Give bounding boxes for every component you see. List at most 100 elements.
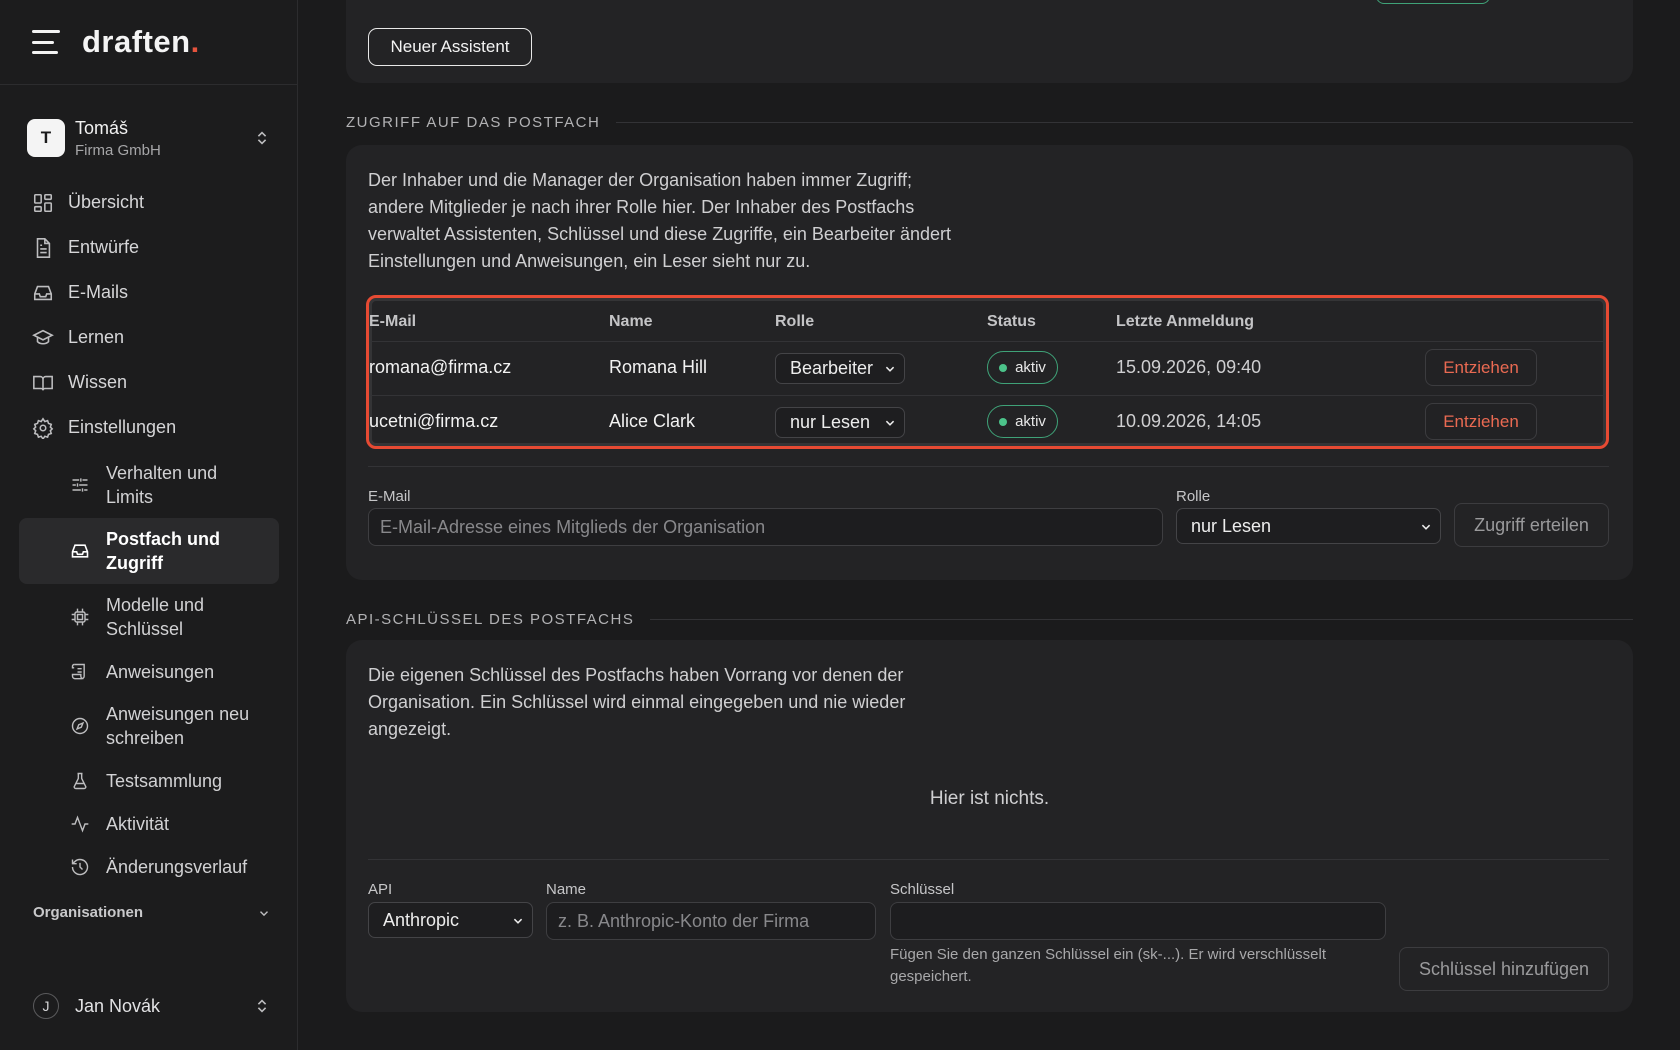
document-icon (36, 237, 51, 258)
revoke-button[interactable]: Entziehen (1425, 403, 1537, 440)
status-badge-partial (1376, 0, 1490, 4)
sidebar-item-uebersicht[interactable]: Übersicht (0, 180, 298, 225)
user-name: Jan Novák (75, 995, 161, 1016)
sidebar-subitem-label: Verhalten und Limits (106, 463, 218, 507)
sidebar-subitem-anweisungen[interactable]: Anweisungen (0, 650, 298, 693)
graduation-cap-icon (32, 329, 54, 345)
role-select[interactable]: Bearbeiter (775, 353, 905, 384)
column-header-last-login: Letzte Anmeldung (1116, 313, 1255, 330)
sidebar-subitem-label: Anweisungen (106, 661, 215, 682)
sidebar: draften. T Tomáš Firma GmbH Übersicht En… (0, 0, 298, 1050)
grant-access-label: Zugriff erteilen (1474, 514, 1589, 535)
chevron-updown-icon (257, 999, 267, 1013)
empty-state-text: Hier ist nichts. (929, 788, 1050, 809)
sidebar-item-label: Wissen (68, 372, 128, 392)
menu-icon[interactable] (32, 30, 60, 54)
sidebar-item-entwuerfe[interactable]: Entwürfe (0, 225, 298, 270)
sidebar-subitem-aenderungsverlauf[interactable]: Änderungsverlauf (0, 845, 298, 888)
access-section-title-text: ZUGRIFF AUF DAS POSTFACH (346, 114, 601, 131)
sliders-icon (72, 478, 88, 492)
sidebar-item-label: Übersicht (68, 192, 145, 212)
sidebar-nav: Übersicht Entwürfe E-Mails Lernen Wissen… (0, 180, 298, 888)
table-divider (369, 341, 1606, 342)
api-keys-section-title: API-SCHLÜSSEL DES POSTFACHS (346, 611, 1633, 628)
key-name-input[interactable]: z. B. Anthropic-Konto der Firma (546, 902, 876, 940)
row-email: ucetni@firma.cz (369, 411, 499, 431)
user-menu[interactable]: J Jan Novák (33, 993, 271, 1019)
status-badge: aktiv (987, 405, 1058, 438)
org-avatar: T (27, 119, 65, 157)
brand-bar: draften. (0, 0, 297, 85)
table-divider (369, 395, 1606, 396)
key-input[interactable] (890, 902, 1386, 940)
sidebar-subitem-label: Modelle und Schlüssel (106, 595, 205, 639)
status-badge: aktiv (987, 351, 1058, 384)
chevron-down-icon (1421, 524, 1431, 530)
revoke-button[interactable]: Entziehen (1425, 349, 1537, 386)
role-label: Rolle (1176, 488, 1211, 505)
chevron-down-icon (885, 420, 895, 426)
revoke-label: Entziehen (1443, 411, 1519, 431)
key-name-placeholder: z. B. Anthropic-Konto der Firma (558, 910, 810, 931)
email-placeholder: E-Mail-Adresse eines Mitglieds der Organ… (380, 516, 766, 537)
sidebar-item-wissen[interactable]: Wissen (0, 360, 298, 405)
sidebar-subitem-anweisungen-neu[interactable]: Anweisungen neu schreiben (0, 693, 298, 759)
chip-icon (71, 608, 89, 626)
sidebar-item-label: Einstellungen (68, 417, 177, 437)
gear-icon (32, 416, 54, 439)
sidebar-subitem-testsammlung[interactable]: Testsammlung (0, 759, 298, 802)
main-content: Neuer Assistent ZUGRIFF AUF DAS POSTFACH… (299, 0, 1680, 1050)
flask-icon (73, 772, 87, 789)
sidebar-subitem-aktivitaet[interactable]: Aktivität (0, 802, 298, 845)
role-select[interactable]: nur Lesen (775, 407, 905, 438)
sidebar-subitem-modelle[interactable]: Modelle und Schlüssel (0, 584, 298, 650)
access-card: Der Inhaber und die Manager der Organisa… (346, 145, 1633, 580)
compass-icon (71, 717, 89, 735)
activity-icon (71, 814, 89, 833)
sidebar-subitem-verhalten[interactable]: Verhalten und Limits (0, 452, 298, 518)
chevron-down-icon (885, 366, 895, 372)
organisations-toggle[interactable]: Organisationen (33, 904, 271, 921)
sidebar-subitem-label: Testsammlung (106, 770, 223, 791)
assistants-card: Neuer Assistent (346, 0, 1633, 83)
org-company-name: Firma GmbH (75, 141, 161, 159)
logo-text: draften (82, 24, 191, 59)
email-label: E-Mail (368, 488, 411, 505)
access-description: Der Inhaber und die Manager der Organisa… (368, 170, 951, 271)
access-section-title: ZUGRIFF AUF DAS POSTFACH (346, 114, 1633, 131)
sidebar-subitem-label: Aktivität (106, 813, 170, 834)
sidebar-subitem-postfach[interactable]: Postfach und Zugriff (19, 518, 279, 584)
chevron-updown-icon (257, 131, 267, 145)
access-table: E-Mail Name Rolle Status Letzte Anmeldun… (366, 295, 1609, 449)
grant-access-button[interactable]: Zugriff erteilen (1454, 503, 1609, 547)
api-label: API (368, 881, 393, 898)
org-switcher[interactable]: T Tomáš Firma GmbH (27, 113, 271, 163)
status-dot-icon (999, 363, 1008, 372)
form-divider (368, 466, 1609, 467)
organisations-label: Organisationen (33, 904, 144, 921)
inbox-icon (33, 285, 53, 300)
sidebar-item-label: Entwürfe (68, 237, 140, 257)
app-root: draften. T Tomáš Firma GmbH Übersicht En… (0, 0, 1680, 1050)
sidebar-item-emails[interactable]: E-Mails (0, 270, 298, 315)
sidebar-item-lernen[interactable]: Lernen (0, 315, 298, 360)
revoke-label: Entziehen (1443, 357, 1519, 377)
logo[interactable]: draften. (82, 24, 200, 60)
api-keys-card: Die eigenen Schlüssel des Postfachs habe… (346, 640, 1633, 1012)
email-input[interactable]: E-Mail-Adresse eines Mitglieds der Organ… (368, 508, 1163, 546)
column-header-email: E-Mail (369, 313, 417, 330)
new-assistant-label: Neuer Assistent (390, 37, 510, 56)
key-label: Schlüssel (890, 881, 955, 898)
column-header-role: Rolle (775, 313, 815, 330)
inbox-icon (71, 544, 89, 558)
book-icon (33, 375, 53, 390)
status-text: aktiv (1015, 413, 1046, 430)
new-role-select-value: nur Lesen (1191, 515, 1272, 536)
new-role-select[interactable]: nur Lesen (1176, 508, 1441, 544)
new-assistant-button[interactable]: Neuer Assistent (368, 28, 532, 66)
add-key-button[interactable]: Schlüssel hinzufügen (1399, 947, 1609, 991)
sidebar-item-label: E-Mails (68, 282, 129, 302)
api-select[interactable]: Anthropic (368, 902, 533, 938)
column-header-status: Status (987, 313, 1036, 330)
sidebar-item-einstellungen[interactable]: Einstellungen (0, 405, 298, 450)
